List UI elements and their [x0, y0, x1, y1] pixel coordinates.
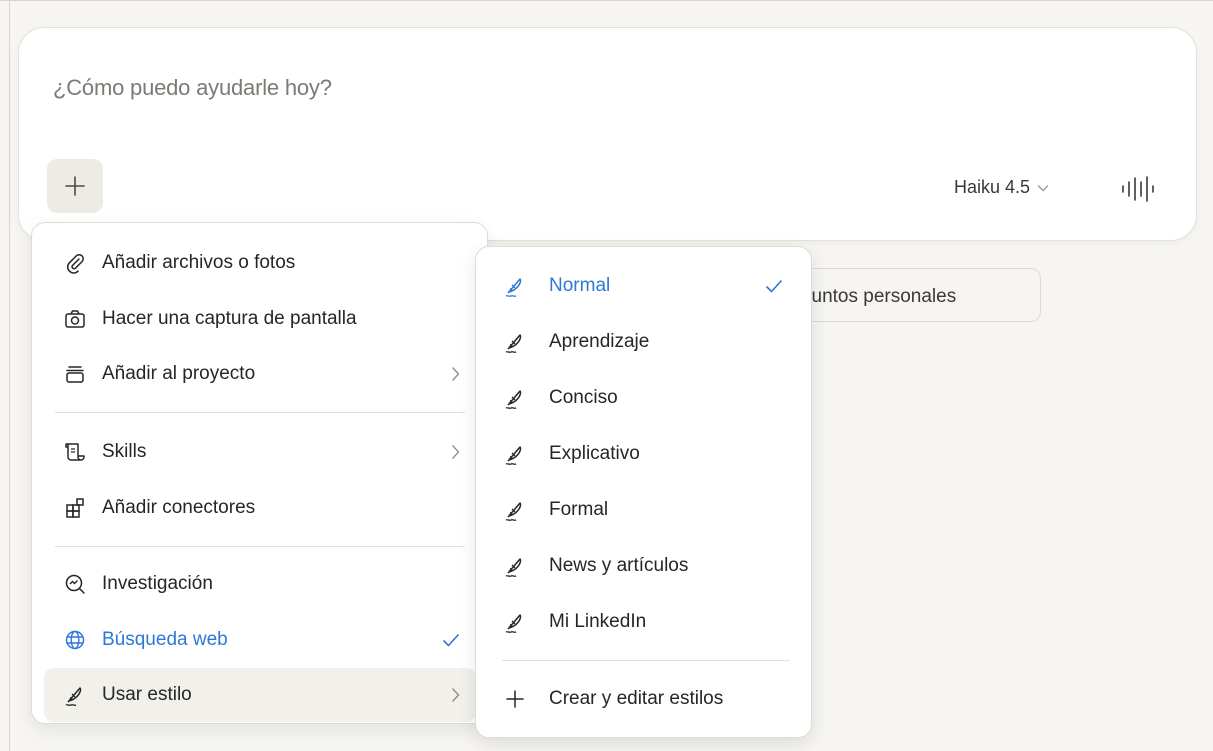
window-left-border: [9, 0, 10, 751]
camera-icon: [63, 307, 87, 331]
style-option-label: Normal: [549, 275, 611, 296]
style-option-news[interactable]: News y artículos: [486, 540, 803, 592]
plus-icon: [65, 176, 85, 196]
menu-item-screenshot[interactable]: Hacer una captura de pantalla: [44, 292, 476, 346]
checkmark-icon: [442, 633, 460, 647]
quill-icon: [502, 273, 528, 299]
menu-item-skills[interactable]: Skills: [44, 425, 476, 479]
style-option-aprendizaje[interactable]: Aprendizaje: [486, 316, 803, 368]
quill-icon: [502, 609, 528, 635]
menu-divider: [55, 546, 465, 547]
model-selector[interactable]: Haiku 4.5: [954, 177, 1049, 198]
style-option-formal[interactable]: Formal: [486, 484, 803, 536]
chevron-right-icon: [451, 687, 460, 703]
style-option-normal[interactable]: Normal: [486, 260, 803, 312]
add-content-button[interactable]: [47, 159, 103, 213]
create-edit-styles-label: Crear y editar estilos: [549, 688, 724, 709]
menu-divider: [55, 412, 465, 413]
style-option-label: Conciso: [549, 387, 618, 408]
style-option-conciso[interactable]: Conciso: [486, 372, 803, 424]
quill-icon: [502, 553, 528, 579]
add-content-menu: Añadir archivos o fotos Hacer una captur…: [31, 222, 488, 724]
quill-icon: [502, 385, 528, 411]
connectors-icon: [63, 496, 87, 520]
chevron-right-icon: [451, 444, 460, 460]
research-icon: [63, 572, 87, 596]
quill-icon: [502, 441, 528, 467]
paperclip-icon: [63, 251, 87, 275]
project-box-icon: [63, 362, 87, 386]
menu-item-research[interactable]: Investigación: [44, 557, 476, 611]
menu-item-label: Búsqueda web: [102, 629, 228, 650]
style-submenu: Normal Aprendizaje Conciso Explicativo F…: [475, 246, 812, 738]
menu-item-label: Skills: [102, 441, 147, 462]
style-option-explicativo[interactable]: Explicativo: [486, 428, 803, 480]
style-option-label: Aprendizaje: [549, 331, 650, 352]
style-option-label: News y artículos: [549, 555, 689, 576]
quill-icon: [502, 329, 528, 355]
menu-item-web-search[interactable]: Búsqueda web: [44, 613, 476, 667]
menu-item-add-files[interactable]: Añadir archivos o fotos: [44, 236, 476, 290]
scroll-icon: [63, 440, 87, 464]
menu-item-label: Usar estilo: [102, 684, 192, 705]
style-option-label: Explicativo: [549, 443, 640, 464]
suggestion-chip[interactable]: suntos personales: [790, 268, 1041, 322]
chevron-down-icon: [1037, 184, 1049, 191]
menu-item-label: Añadir al proyecto: [102, 363, 256, 384]
menu-item-label: Añadir archivos o fotos: [102, 252, 296, 273]
chevron-right-icon: [451, 366, 460, 382]
menu-item-add-connectors[interactable]: Añadir conectores: [44, 481, 476, 535]
menu-item-label: Añadir conectores: [102, 497, 256, 518]
menu-item-use-style[interactable]: Usar estilo: [44, 668, 476, 722]
quill-icon: [502, 497, 528, 523]
submenu-divider: [502, 660, 790, 661]
voice-waveform-icon[interactable]: [1119, 174, 1159, 204]
composer-input-placeholder[interactable]: ¿Cómo puedo ayudarle hoy?: [53, 75, 332, 101]
chat-composer[interactable]: ¿Cómo puedo ayudarle hoy? Haiku 4.5: [18, 27, 1197, 241]
style-option-label: Formal: [549, 499, 609, 520]
model-name: Haiku 4.5: [954, 177, 1031, 197]
style-option-label: Mi LinkedIn: [549, 611, 647, 632]
create-edit-styles-button[interactable]: Crear y editar estilos: [486, 673, 803, 725]
menu-item-add-to-project[interactable]: Añadir al proyecto: [44, 347, 476, 401]
menu-item-label: Investigación: [102, 573, 213, 594]
suggestion-chip-label: suntos personales: [802, 286, 957, 307]
plus-icon: [502, 686, 528, 712]
window-top-border: [0, 0, 1213, 1]
globe-icon: [63, 628, 87, 652]
menu-item-label: Hacer una captura de pantalla: [102, 308, 357, 329]
quill-icon: [63, 683, 87, 707]
style-option-linkedin[interactable]: Mi LinkedIn: [486, 596, 803, 648]
checkmark-icon: [765, 279, 783, 293]
